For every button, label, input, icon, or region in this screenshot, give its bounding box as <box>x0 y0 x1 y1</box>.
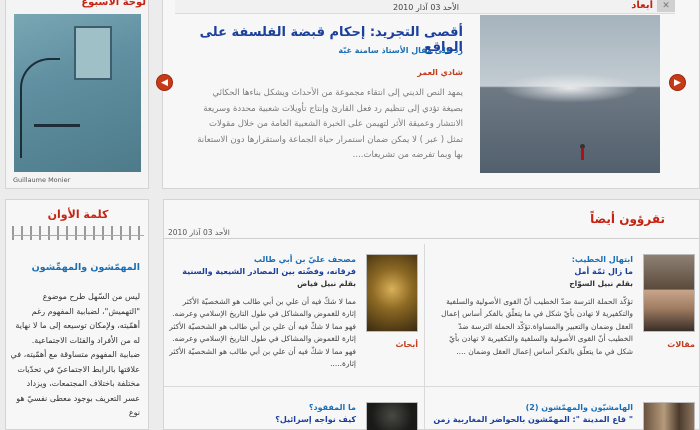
painting-chair <box>34 124 80 127</box>
carousel-next-arrow-icon[interactable]: ▶ <box>669 74 686 91</box>
painting-image[interactable] <box>14 14 141 172</box>
close-icon[interactable]: ✕ <box>657 0 675 12</box>
notebook-rings-icon <box>12 226 144 240</box>
article-card[interactable]: ما المفقود؟ كيف نواجه إسرائيل؟ <box>166 390 422 430</box>
also-read-date: الأحد 03 آذار 2010 <box>168 228 230 237</box>
row-divider <box>164 386 699 387</box>
photo-figure <box>581 148 584 160</box>
article-thumbnail[interactable] <box>366 254 418 332</box>
painting-figure <box>20 58 60 158</box>
article-card[interactable]: مقالات ابتهال الخطيب: ما زال ثمّة أمل بق… <box>427 248 699 384</box>
article-subtitle[interactable]: كيف نواجه إسرائيل؟ <box>168 414 356 425</box>
featured-article-image[interactable] <box>480 15 660 173</box>
photo-light <box>500 73 640 103</box>
painting-of-week-panel: لوحة الأسبوع Guillaume Monier <box>5 0 149 189</box>
painting-window <box>74 26 112 80</box>
article-title[interactable]: مصحف عليّ بن أبي طالب <box>168 254 356 265</box>
painting-credit: Guillaume Monier <box>13 176 71 184</box>
article-thumbnail[interactable] <box>643 402 695 430</box>
article-title[interactable]: الهامشيّون والمهمّشون (2) <box>433 402 633 413</box>
word-of-time-heading[interactable]: المهمّشون والمهمِّشون <box>10 262 140 273</box>
article-subtitle[interactable]: " قاع المدينة ": المهمّشون بالحواضر المغ… <box>433 414 633 425</box>
word-of-time-body: ليس من السّهل طرح موضوع "التهميش"، لضباب… <box>10 292 140 417</box>
article-subtitle[interactable]: فرقانه، وفضّته بين المصادر الشيعية والسن… <box>168 266 356 277</box>
article-thumbnail[interactable] <box>643 254 695 332</box>
word-of-time-panel: كلمة الأوان المهمّشون والمهمِّشون ليس من… <box>5 199 149 430</box>
also-read-title: تقرؤون أيضاً <box>590 212 665 226</box>
featured-article-date: الأحد 03 آذار 2010 <box>393 3 459 12</box>
article-category[interactable]: أبحاث <box>395 340 418 349</box>
column-divider <box>424 244 425 429</box>
featured-article-subtitle[interactable]: رد على مقال الأستاذ سامنة غبّة <box>193 46 463 55</box>
article-author: بقلم نبيل السوّاح <box>569 279 633 288</box>
carousel-prev-arrow-icon[interactable]: ◀ <box>156 74 173 91</box>
article-category[interactable]: مقالات <box>667 340 695 349</box>
article-excerpt: تؤكّد الحملة الترسة ضدّ الخطيب أنّ القوى… <box>441 297 633 356</box>
feature-section-label: أبعاد <box>631 0 653 11</box>
article-title[interactable]: ابتهال الخطيب: <box>433 254 633 265</box>
article-title[interactable]: ما المفقود؟ <box>168 402 356 413</box>
article-card[interactable]: الهامشيّون والمهمّشون (2) " قاع المدينة … <box>427 390 699 430</box>
article-subtitle[interactable]: ما زال ثمّة أمل <box>433 266 633 277</box>
article-excerpt: مما لا شكّ فيه أن علي بن أبي طالب هو الش… <box>169 297 356 369</box>
article-thumbnail[interactable] <box>366 402 418 430</box>
also-read-panel: تقرؤون أيضاً الأحد 03 آذار 2010 مقالات ا… <box>163 199 700 430</box>
featured-article-panel: أبعاد ✕ الأحد 03 آذار 2010 أقصى التجريد:… <box>162 0 700 189</box>
featured-article-excerpt: يمهد النص الديني إلى انتقاء مجموعة من ال… <box>197 88 463 160</box>
divider <box>164 238 699 239</box>
article-author: بقلم نبيل فياض <box>297 279 356 288</box>
word-of-time-title: كلمة الأوان <box>47 208 109 221</box>
featured-article-author[interactable]: شادي العمر <box>193 68 463 77</box>
painting-panel-title: لوحة الأسبوع <box>81 0 146 8</box>
article-card[interactable]: أبحاث مصحف عليّ بن أبي طالب فرقانه، وفضّ… <box>166 248 422 384</box>
